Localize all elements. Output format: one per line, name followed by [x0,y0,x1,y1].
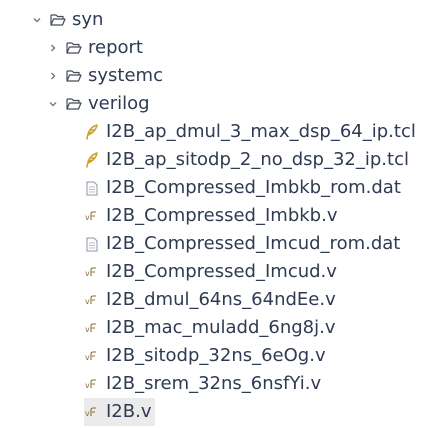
tree-item-label: I2B_ap_dmul_3_max_dsp_64_ip.tcl [106,121,416,142]
verilog-file-icon: v [84,292,100,308]
tree-item-label: I2B.v [106,401,152,422]
tree-item-systemc[interactable]: systemc [48,62,163,90]
svg-text:v: v [85,353,90,362]
tcl-feather-icon [84,124,100,140]
svg-text:v: v [85,213,90,222]
verilog-file-icon: v [84,208,100,224]
verilog-file-icon: v [84,264,100,280]
tree-item-label: systemc [88,65,163,86]
tree-item-file[interactable]: I2B_ap_dmul_3_max_dsp_64_ip.tcl [84,118,416,146]
tree-item-file-selected[interactable]: v I2B.v [84,398,156,426]
verilog-file-icon: v [84,320,100,336]
folder-open-icon [66,40,82,56]
tree-item-verilog[interactable]: verilog [48,90,150,118]
tree-item-label: I2B_ap_sitodp_2_no_dsp_32_ip.tcl [106,149,409,170]
folder-open-icon [66,68,82,84]
text-file-icon [84,236,100,252]
tree-item-label: I2B_Compressed_Imbkb_rom.dat [106,177,401,198]
chevron-down-icon[interactable] [48,99,58,109]
tree-item-label: verilog [88,93,150,114]
chevron-right-icon[interactable] [48,43,58,53]
tcl-feather-icon [84,152,100,168]
folder-open-icon [50,12,66,28]
tree-item-syn[interactable]: syn [32,6,103,34]
tree-item-file[interactable]: v I2B_srem_32ns_6nsfYi.v [84,370,321,398]
svg-text:v: v [85,297,90,306]
chevron-right-icon[interactable] [48,71,58,81]
tree-item-label: I2B_dmul_64ns_64ndEe.v [106,289,336,310]
tree-item-label: I2B_mac_muladd_6ng8j.v [106,317,336,338]
svg-text:v: v [85,409,90,418]
tree-item-file[interactable]: v I2B_dmul_64ns_64ndEe.v [84,286,336,314]
tree-item-label: I2B_sitodp_32ns_6eOg.v [106,345,326,366]
tree-item-file[interactable]: v I2B_sitodp_32ns_6eOg.v [84,342,326,370]
verilog-file-icon: v [84,404,100,420]
tree-item-label: I2B_Compressed_Imbkb.v [106,205,338,226]
tree-item-file[interactable]: v I2B_Compressed_Imcud.v [84,258,337,286]
tree-item-label: I2B_Compressed_Imcud_rom.dat [106,233,401,254]
tree-item-file[interactable]: I2B_Compressed_Imbkb_rom.dat [84,174,401,202]
tree-item-report[interactable]: report [48,34,143,62]
svg-text:v: v [85,269,90,278]
tree-item-file[interactable]: v I2B_mac_muladd_6ng8j.v [84,314,336,342]
chevron-down-icon[interactable] [32,15,42,25]
folder-open-icon [66,96,82,112]
svg-text:v: v [85,381,90,390]
project-explorer-tree: syn report systemc verilog I2B_ap_dmul_3… [0,0,448,428]
verilog-file-icon: v [84,348,100,364]
tree-item-label: I2B_srem_32ns_6nsfYi.v [106,373,322,394]
verilog-file-icon: v [84,376,100,392]
text-file-icon [84,180,100,196]
tree-item-file[interactable]: v I2B_Compressed_Imbkb.v [84,202,337,230]
tree-item-label: syn [72,9,104,30]
tree-item-label: report [88,37,143,58]
tree-item-label: I2B_Compressed_Imcud.v [106,261,337,282]
tree-item-file[interactable]: I2B_ap_sitodp_2_no_dsp_32_ip.tcl [84,146,409,174]
svg-text:v: v [85,325,90,334]
tree-item-file[interactable]: I2B_Compressed_Imcud_rom.dat [84,230,400,258]
